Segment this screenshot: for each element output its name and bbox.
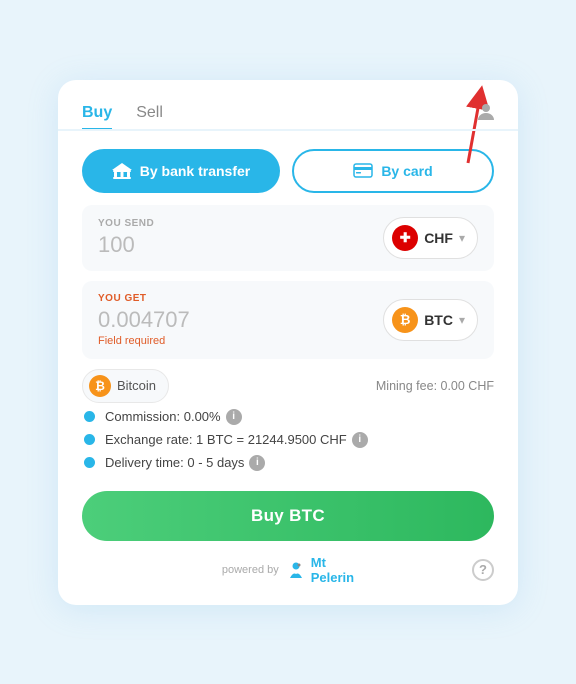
send-currency-selector[interactable]: ✚ CHF ▾: [383, 217, 478, 259]
footer: powered by MtPelerin ?: [58, 555, 518, 585]
get-currency-selector[interactable]: ₿ BTC ▾: [383, 299, 478, 341]
delivery-info-icon[interactable]: i: [249, 455, 265, 471]
delivery-row: Delivery time: 0 - 5 days i: [82, 455, 494, 471]
send-label: YOU SEND: [98, 218, 154, 229]
get-label: YOU GET: [98, 293, 190, 304]
pelerin-icon: [285, 559, 307, 581]
send-currency-label: CHF: [424, 230, 453, 246]
tab-divider: [58, 129, 518, 131]
commission-info-icon[interactable]: i: [226, 409, 242, 425]
send-chevron-icon: ▾: [459, 231, 465, 245]
get-currency-label: BTC: [424, 312, 453, 328]
tab-bar: Buy Sell: [58, 80, 518, 131]
exchange-card: Buy Sell By bank transfer By card: [58, 80, 518, 605]
details-section: Commission: 0.00% i Exchange rate: 1 BTC…: [82, 409, 494, 471]
tab-sell[interactable]: Sell: [136, 98, 163, 131]
send-field: YOU SEND 100 ✚ CHF ▾: [82, 205, 494, 271]
field-error: Field required: [98, 335, 190, 347]
commission-text: Commission: 0.00% i: [105, 409, 242, 425]
card-icon: [353, 163, 373, 178]
send-value[interactable]: 100: [98, 232, 154, 258]
help-icon[interactable]: ?: [472, 559, 494, 581]
pelerin-brand: MtPelerin: [311, 555, 354, 585]
powered-by-label: powered by: [222, 564, 279, 576]
bank-icon: [112, 162, 132, 180]
exchange-rate-text: Exchange rate: 1 BTC = 21244.9500 CHF i: [105, 432, 368, 448]
get-chevron-icon: ▾: [459, 313, 465, 327]
dot-delivery: [84, 457, 95, 468]
bitcoin-label: Bitcoin: [117, 378, 156, 393]
get-field: YOU GET 0.004707 Field required ₿ BTC ▾: [82, 281, 494, 359]
bitcoin-tag[interactable]: ₿ Bitcoin: [82, 369, 169, 403]
delivery-text: Delivery time: 0 - 5 days i: [105, 455, 265, 471]
bank-transfer-button[interactable]: By bank transfer: [82, 149, 280, 193]
dot-exchange: [84, 434, 95, 445]
bitcoin-info-row: ₿ Bitcoin Mining fee: 0.00 CHF: [82, 369, 494, 403]
tab-buy[interactable]: Buy: [82, 98, 112, 131]
commission-row: Commission: 0.00% i: [82, 409, 494, 425]
btc-icon: ₿: [89, 375, 111, 397]
mining-fee-label: Mining fee: 0.00 CHF: [376, 379, 494, 393]
card-button[interactable]: By card: [292, 149, 494, 193]
pelerin-logo: MtPelerin: [285, 555, 354, 585]
buy-btc-button[interactable]: Buy BTC: [82, 491, 494, 541]
chf-flag: ✚: [392, 225, 418, 251]
dot-commission: [84, 411, 95, 422]
payment-methods: By bank transfer By card: [58, 131, 518, 205]
exchange-info-icon[interactable]: i: [352, 432, 368, 448]
exchange-rate-row: Exchange rate: 1 BTC = 21244.9500 CHF i: [82, 432, 494, 448]
get-value[interactable]: 0.004707: [98, 307, 190, 333]
btc-flag: ₿: [392, 307, 418, 333]
